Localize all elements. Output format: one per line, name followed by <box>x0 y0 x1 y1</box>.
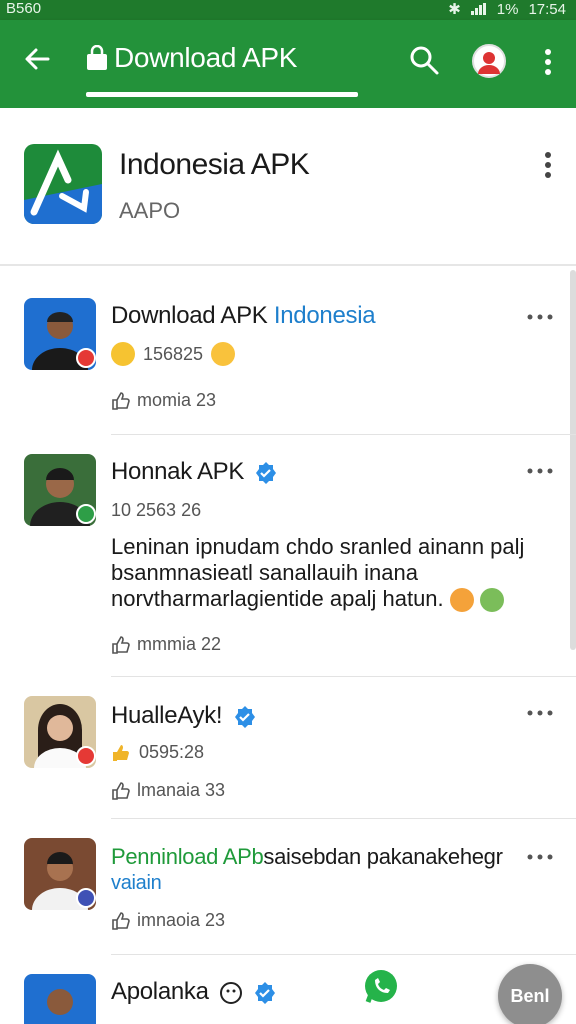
shopping-bag-icon <box>87 45 107 70</box>
verified-icon <box>255 981 276 1004</box>
thumbs-up-icon <box>112 635 130 654</box>
divider <box>111 818 576 819</box>
post-meta: 0595:28 <box>111 742 204 763</box>
app-developer[interactable]: AAPO <box>119 198 180 224</box>
title-underline <box>86 92 358 97</box>
overflow-menu-icon[interactable] <box>536 48 560 76</box>
app-bar-title: Download APK <box>114 42 298 73</box>
divider <box>111 676 576 677</box>
status-bar: B560 ✱ 1% 17:54 <box>0 0 576 20</box>
post-author-line2-text: vaiain <box>111 872 162 894</box>
app-header: Indonesia APK AAPO <box>0 108 576 266</box>
smile-emoji-icon <box>211 342 236 366</box>
back-arrow-icon[interactable] <box>22 44 52 74</box>
post-more-icon[interactable] <box>526 312 554 322</box>
post-author[interactable]: Apolanka <box>111 978 277 1006</box>
floating-action-button[interactable]: Benl <box>498 964 562 1024</box>
face-emoji-icon <box>449 588 474 613</box>
post-meta: 156825 <box>111 342 236 366</box>
post-author[interactable]: Penninload APbsaisebdan pakanakehegr <box>111 844 503 870</box>
post-author-line2: vaiain <box>111 872 162 895</box>
list-item[interactable]: Download APK Indonesia 156825 momia 23 <box>0 292 576 438</box>
thumbs-up-icon <box>112 391 130 410</box>
app-bar-title-group: Download APK <box>86 42 297 74</box>
battery-text: 1% <box>496 0 519 18</box>
status-right: ✱ 1% 17:54 <box>448 0 566 19</box>
app-bar: Download APK <box>0 20 576 108</box>
divider <box>111 434 576 435</box>
profile-face-icon <box>478 52 500 74</box>
thumbs-up-icon <box>112 781 130 800</box>
post-meta-text: 0595:28 <box>139 742 205 762</box>
post-body: Leninan ipnudam chdo sranled ainann palj… <box>111 534 541 613</box>
post-meta-text: 156825 <box>143 343 204 364</box>
post-more-icon[interactable] <box>526 466 554 476</box>
post-more-icon[interactable] <box>526 852 554 862</box>
like-count: momia 23 <box>137 390 217 410</box>
post-author-name: Apolanka <box>111 978 209 1005</box>
status-badge <box>76 504 96 524</box>
thumbs-up-icon <box>113 744 129 761</box>
clock: 17:54 <box>528 0 566 18</box>
post-author-accent: Penninload APb <box>111 844 264 869</box>
status-badge <box>76 348 96 368</box>
thumb-emoji-icon <box>111 342 135 366</box>
status-left-text: B560 <box>6 0 42 17</box>
like-row[interactable]: mmmia 22 <box>111 634 221 655</box>
app-logo-icon[interactable] <box>24 144 102 224</box>
divider <box>111 954 576 955</box>
like-row[interactable]: imnaoia 23 <box>111 910 225 931</box>
header-divider <box>0 264 576 266</box>
status-badge <box>76 746 96 766</box>
list-item[interactable]: Apolanka <box>0 968 576 1024</box>
post-author-name: saisebdan pakanakehegr <box>263 844 503 869</box>
post-author[interactable]: HualleAyk! <box>111 702 257 730</box>
like-count: lmanaia 33 <box>137 780 226 800</box>
post-author[interactable]: Download APK Indonesia <box>111 302 376 330</box>
like-count: mmmia 22 <box>137 634 222 654</box>
thumbs-up-icon <box>112 911 130 930</box>
avatar[interactable] <box>24 974 96 1024</box>
like-count: imnaoia 23 <box>137 910 226 930</box>
post-author[interactable]: Honnak APK <box>111 458 278 486</box>
post-meta: 10 2563 26 <box>111 500 202 520</box>
post-author-accent: Indonesia <box>273 302 376 329</box>
like-row[interactable]: lmanaia 33 <box>111 780 225 801</box>
post-author-name: Download APK <box>111 302 268 329</box>
list-item[interactable]: Honnak APK 10 2563 26 Leninan ipnudam ch… <box>0 448 576 678</box>
verified-icon <box>256 461 277 484</box>
post-author-name: HualleAyk! <box>111 702 223 729</box>
bluetooth-icon: ✱ <box>448 1 461 18</box>
profile-avatar[interactable] <box>472 44 506 78</box>
list-item[interactable]: Penninload APbsaisebdan pakanakehegr vai… <box>0 832 576 956</box>
verified-icon <box>234 705 255 728</box>
status-badge <box>76 888 96 908</box>
app-menu-icon[interactable] <box>538 152 558 178</box>
signal-icon <box>470 3 487 15</box>
sick-emoji-icon <box>479 588 504 613</box>
whatsapp-icon[interactable] <box>362 968 400 1006</box>
like-row[interactable]: momia 23 <box>111 390 216 411</box>
post-more-icon[interactable] <box>526 708 554 718</box>
face-emoji-icon <box>220 981 243 1004</box>
post-author-name: Honnak APK <box>111 458 245 485</box>
search-icon[interactable] <box>408 44 440 76</box>
app-name: Indonesia APK <box>119 148 310 181</box>
list-item[interactable]: HualleAyk! 0595:28 lmanaia 33 <box>0 690 576 820</box>
